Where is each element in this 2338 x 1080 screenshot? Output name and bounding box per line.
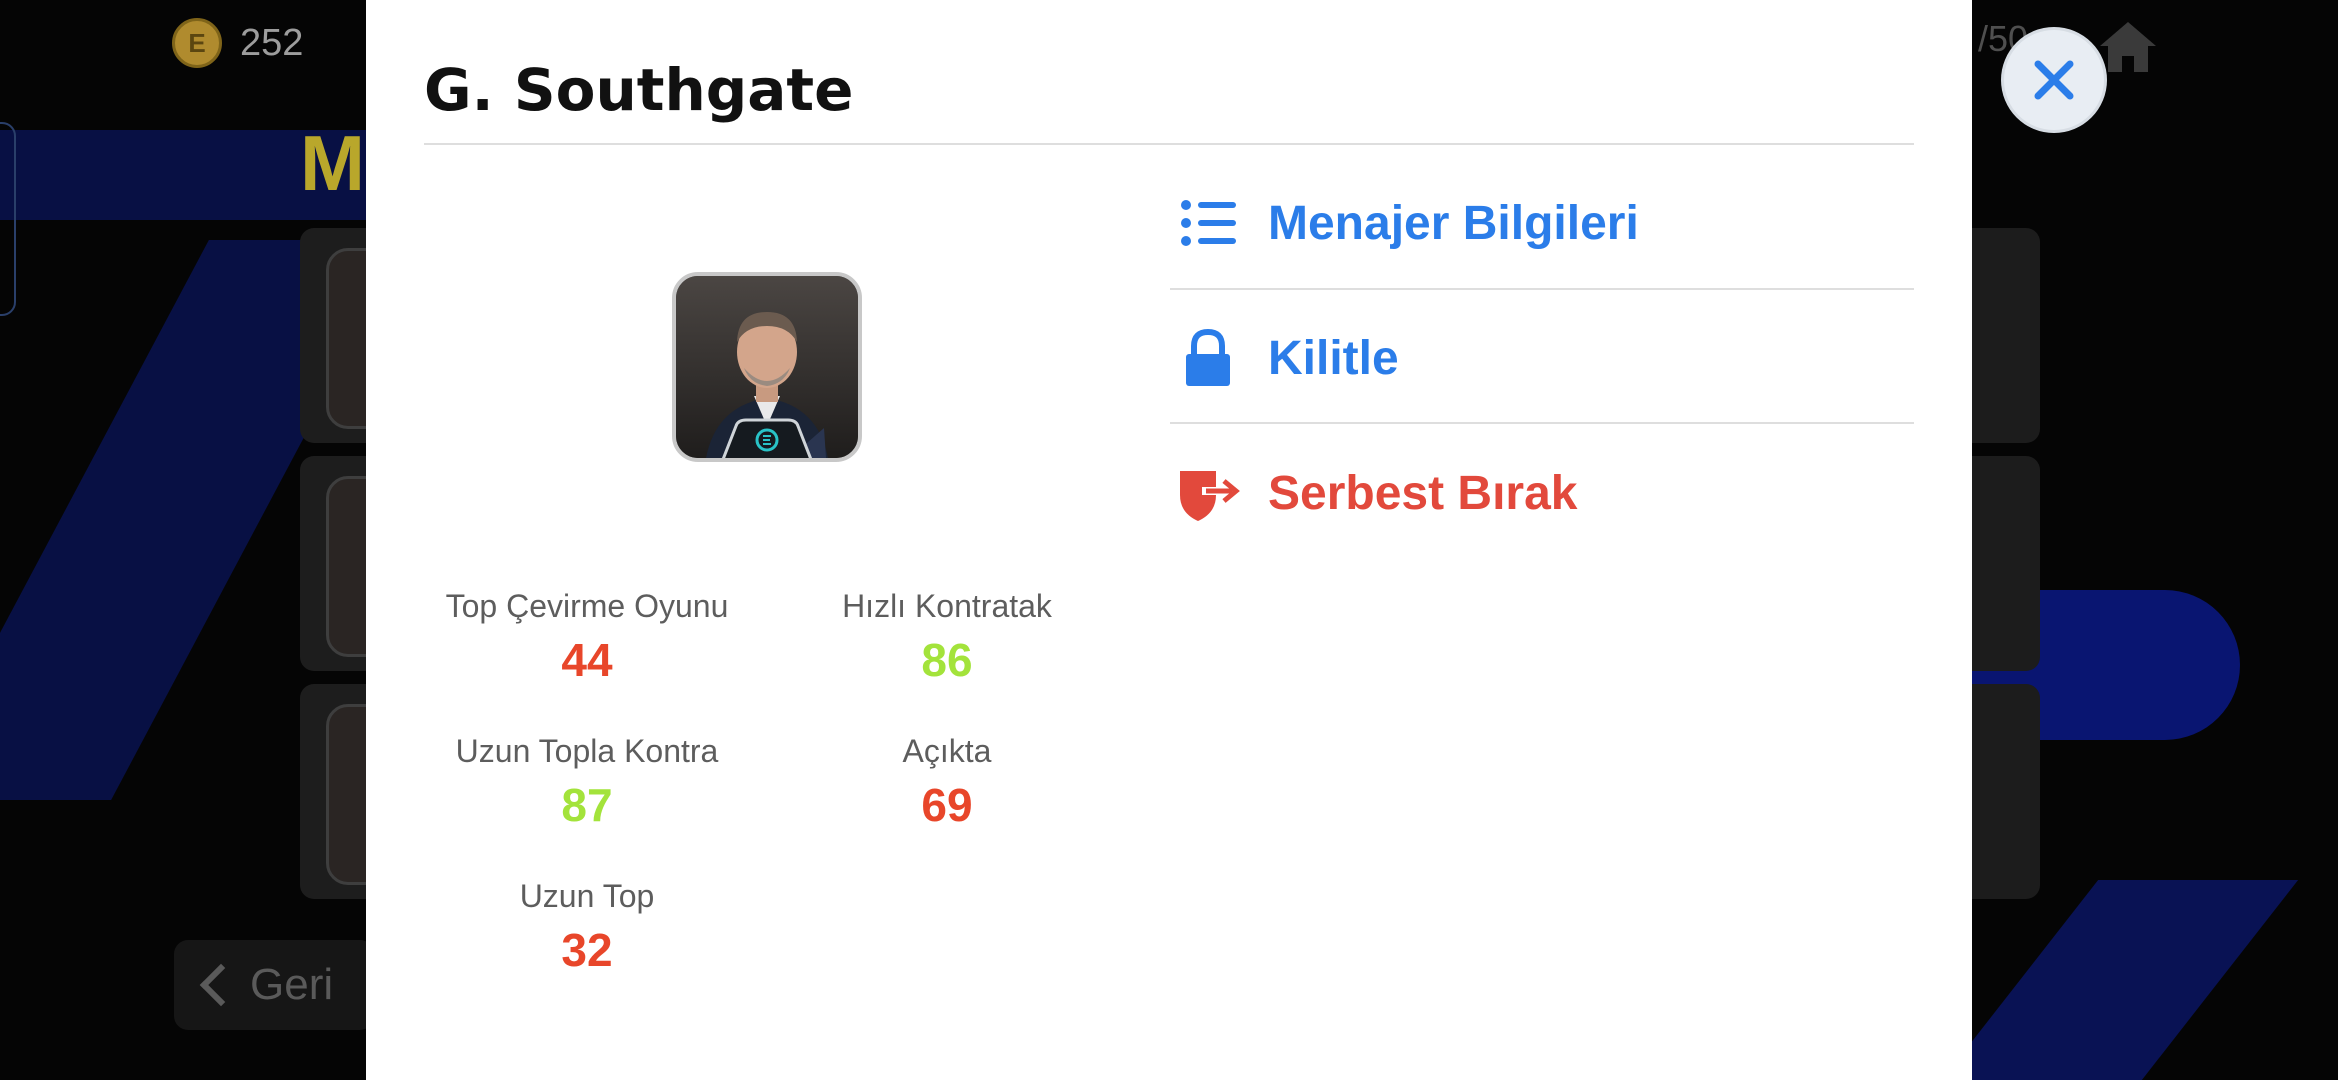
list-icon xyxy=(1181,200,1236,246)
stat-top-cevirme-oyunu: Top Çevirme Oyunu 44 xyxy=(427,588,747,687)
lock-button[interactable]: Kilitle xyxy=(1170,293,1914,423)
stat-value: 69 xyxy=(921,779,973,831)
close-icon xyxy=(2034,60,2074,100)
dialog-title: G. Southgate xyxy=(424,56,854,124)
coin-counter: E 252 xyxy=(172,18,303,68)
lock-icon xyxy=(1186,328,1230,386)
background-stripe xyxy=(1941,880,2299,1080)
release-button[interactable]: Serbest Bırak xyxy=(1170,428,1914,558)
stat-uzun-topla-kontra: Uzun Topla Kontra 87 xyxy=(427,733,747,832)
stat-label: Hızlı Kontratak xyxy=(842,588,1052,624)
lock-label: Kilitle xyxy=(1268,331,1399,385)
back-label: Geri xyxy=(250,960,334,1009)
stat-uzun-top: Uzun Top 32 xyxy=(427,878,747,977)
divider xyxy=(1170,288,1914,290)
manager-info-label: Menajer Bilgileri xyxy=(1268,196,1639,250)
close-button[interactable] xyxy=(2004,30,2104,130)
manager-portrait xyxy=(672,272,862,462)
stat-label: Top Çevirme Oyunu xyxy=(445,588,729,624)
stat-value: 87 xyxy=(561,779,613,831)
efootball-badge-icon xyxy=(721,418,813,458)
manager-options-dialog: G. Southgate Top Çevirme Oyunu 44 Hızlı … xyxy=(366,0,1972,1080)
divider xyxy=(1170,422,1914,424)
chevron-left-icon xyxy=(199,963,243,1007)
back-button[interactable]: Geri xyxy=(174,940,374,1030)
release-label: Serbest Bırak xyxy=(1268,466,1578,520)
stat-hizli-kontratak: Hızlı Kontratak 86 xyxy=(787,588,1107,687)
divider xyxy=(424,143,1914,145)
stat-value: 44 xyxy=(561,634,613,686)
stat-value: 86 xyxy=(921,634,973,686)
release-icon xyxy=(1180,471,1240,521)
side-panel-edge xyxy=(0,122,16,316)
stat-label: Açıkta xyxy=(902,733,992,769)
stat-label: Uzun Topla Kontra xyxy=(455,733,719,769)
coin-icon: E xyxy=(172,18,222,68)
home-icon[interactable] xyxy=(2096,16,2160,76)
stat-acikta: Açıkta 69 xyxy=(787,733,1107,832)
menu-title: M xyxy=(300,119,365,207)
coin-value: 252 xyxy=(240,21,304,64)
stat-value: 32 xyxy=(561,924,613,976)
stat-label: Uzun Top xyxy=(519,878,655,914)
manager-info-button[interactable]: Menajer Bilgileri xyxy=(1170,158,1914,288)
